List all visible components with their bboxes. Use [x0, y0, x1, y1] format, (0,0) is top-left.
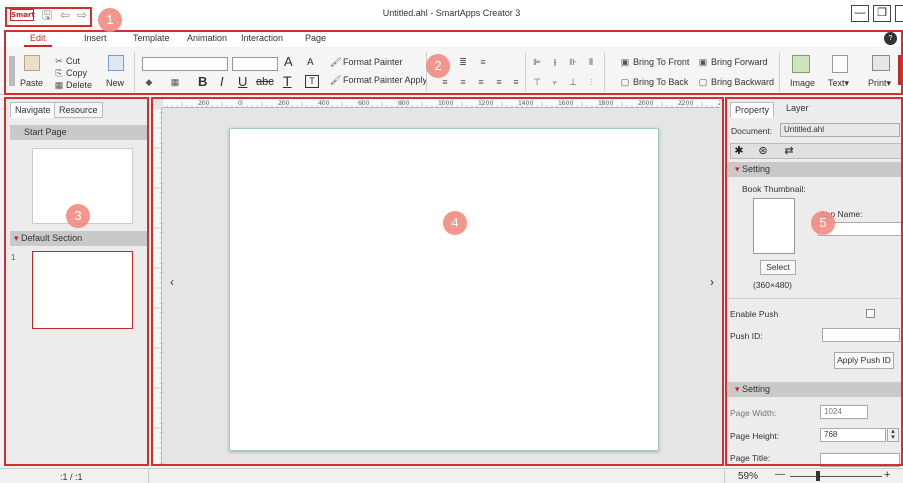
annotation-frame-5	[725, 97, 903, 466]
status-divider	[148, 469, 149, 483]
status-divider	[724, 469, 725, 483]
zoom-out-button[interactable]: —	[775, 469, 785, 480]
page-indicator: :1 / :1	[60, 472, 83, 482]
title-bar: Smart 🖫 ⇦ ⇨ Untitled.ahl - SmartApps Cre…	[0, 0, 903, 30]
annotation-marker-2: 2	[426, 54, 450, 78]
restore-button[interactable]: ❐	[873, 5, 891, 22]
annotation-marker-4: 4	[443, 211, 467, 235]
annotation-marker-1: 1	[98, 8, 122, 32]
annotation-frame-4	[151, 97, 724, 466]
window-title: Untitled.ahl - SmartApps Creator 3	[382, 8, 521, 18]
annotation-marker-5: 5	[811, 211, 835, 235]
close-button[interactable]	[895, 5, 903, 22]
annotation-marker-3: 3	[66, 204, 90, 228]
annotation-frame-2	[4, 30, 903, 95]
app-window: Smart 🖫 ⇦ ⇨ Untitled.ahl - SmartApps Cre…	[0, 0, 903, 483]
status-bar	[0, 468, 903, 483]
annotation-frame-3	[4, 97, 149, 466]
minimize-button[interactable]: —	[851, 5, 869, 22]
annotation-frame-1	[5, 7, 92, 27]
zoom-slider-handle[interactable]	[816, 471, 820, 481]
zoom-in-button[interactable]: +	[884, 469, 890, 481]
zoom-slider-track[interactable]	[790, 476, 882, 477]
zoom-level: 59%	[738, 471, 759, 482]
